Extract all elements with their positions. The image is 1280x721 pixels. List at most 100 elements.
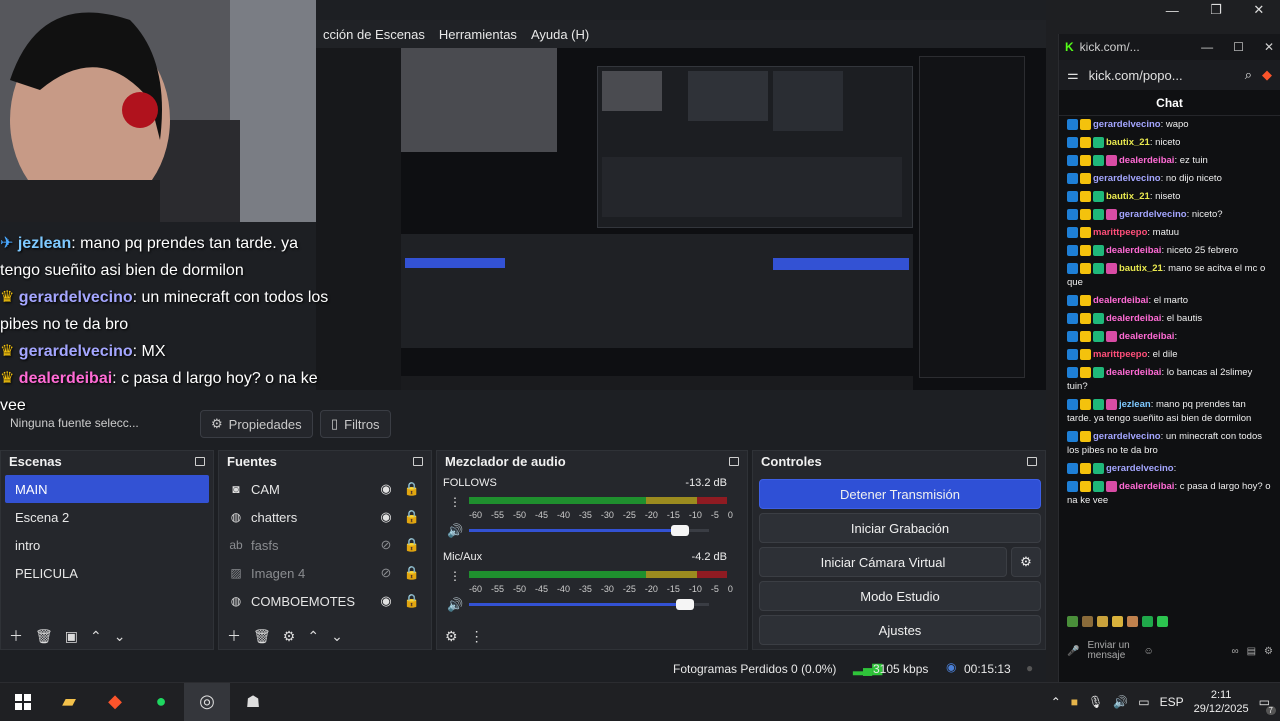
add-icon[interactable]: ＋ — [9, 626, 23, 646]
network-icon[interactable]: ▭ — [1138, 695, 1149, 709]
eye-icon[interactable]: ◉ — [377, 481, 395, 497]
site-settings-icon[interactable]: ⚌ — [1067, 67, 1079, 83]
gear-icon[interactable]: ⚙ — [445, 628, 458, 645]
minimize-icon[interactable]: — — [1166, 3, 1179, 18]
brave-button[interactable]: ◆ — [92, 683, 138, 721]
eye-icon[interactable]: ◉ — [377, 593, 395, 609]
maximize-icon[interactable]: ☐ — [1233, 40, 1244, 54]
preview-nested-obs — [597, 66, 913, 228]
chat-username: dealerdeibai — [1119, 155, 1175, 166]
source-item[interactable]: ab fasfs ⊘ 🔒 — [219, 531, 431, 559]
obs-taskbar-button[interactable]: ◎ — [184, 682, 230, 721]
trash-icon[interactable]: 🗑 — [35, 628, 53, 645]
studio-mode-button[interactable]: Modo Estudio — [759, 581, 1041, 611]
close-icon[interactable]: ✕ — [1253, 2, 1264, 18]
arrow-up-icon[interactable]: ⌃ — [307, 628, 319, 645]
user-badges — [1067, 136, 1104, 148]
slider-knob[interactable] — [676, 599, 694, 610]
brave-shield-icon[interactable]: ◆ — [1262, 67, 1272, 83]
chevron-up-icon[interactable]: ⌃ — [1051, 695, 1061, 709]
speaker-icon[interactable]: 🔊 — [447, 597, 463, 613]
folder-icon: ▰ — [62, 691, 76, 711]
minimize-icon[interactable]: — — [1201, 40, 1213, 54]
start-button[interactable] — [0, 683, 46, 721]
gear-icon[interactable]: ⚙ — [1264, 646, 1273, 657]
virtual-camera-settings-button[interactable]: ⚙ — [1011, 547, 1041, 577]
speaker-icon[interactable]: 🔊 — [447, 523, 463, 539]
preview-canvas[interactable] — [401, 48, 1046, 390]
language-indicator[interactable]: ESP — [1160, 695, 1184, 709]
zoom-icon[interactable]: ⌕ — [1245, 67, 1252, 83]
undock-icon[interactable] — [729, 456, 739, 466]
lock-icon[interactable]: 🔒 — [403, 565, 421, 581]
scene-item-escena2[interactable]: Escena 2 — [5, 503, 209, 531]
source-item[interactable]: ◍ chatters ◉ 🔒 — [219, 503, 431, 531]
app-taskbar-button[interactable]: ☗ — [230, 683, 276, 721]
filter-icon[interactable]: ▣ — [65, 628, 78, 645]
arrow-down-icon[interactable]: ⌄ — [114, 628, 126, 645]
lock-icon[interactable]: 🔒 — [403, 593, 421, 609]
lock-icon[interactable]: 🔒 — [403, 509, 421, 525]
menu-dots-icon[interactable]: ⋮ — [449, 495, 461, 509]
spotify-button[interactable]: ● — [138, 683, 184, 721]
source-item[interactable]: ◍ COMBOEMOTES ◉ 🔒 — [219, 587, 431, 615]
lock-icon[interactable]: 🔒 — [403, 481, 421, 497]
virtual-camera-button[interactable]: Iniciar Cámara Virtual — [759, 547, 1007, 577]
properties-button[interactable]: ⚙ Propiedades — [200, 410, 313, 438]
eye-hidden-icon[interactable]: ⊘ — [377, 537, 395, 553]
stop-stream-button[interactable]: Detener Transmisión — [759, 479, 1041, 509]
badge-icon — [1067, 136, 1078, 148]
menu-dots-icon[interactable]: ⋮ — [449, 569, 461, 583]
badge-icon — [1080, 462, 1091, 474]
undock-icon[interactable] — [195, 456, 205, 466]
eye-icon[interactable]: ◉ — [377, 509, 395, 525]
source-item[interactable]: ▨ Imagen 4 ⊘ 🔒 — [219, 559, 431, 587]
kick-urlbar[interactable]: ⚌ kick.com/popo... ⌕ ◆ — [1059, 60, 1280, 90]
source-item[interactable]: ◙ CAM ◉ 🔒 — [219, 475, 431, 503]
channel-db: -13.2 dB — [685, 477, 727, 489]
close-icon[interactable]: ✕ — [1264, 40, 1274, 54]
arrow-down-icon[interactable]: ⌄ — [331, 628, 343, 645]
slider-knob[interactable] — [671, 525, 690, 536]
add-icon[interactable]: ＋ — [227, 626, 241, 646]
start-recording-button[interactable]: Iniciar Grabación — [759, 513, 1041, 543]
scale-tick: -5 — [710, 510, 719, 520]
scene-item-intro[interactable]: intro — [5, 531, 209, 559]
maximize-icon[interactable]: ❐ — [1210, 2, 1222, 18]
scene-item-main[interactable]: MAIN — [5, 475, 209, 503]
menu-help[interactable]: Ayuda (H) — [524, 27, 596, 42]
settings-button[interactable]: Ajustes — [759, 615, 1041, 645]
menu-dots-icon[interactable]: ⋮ — [470, 628, 484, 645]
badge-icon — [1093, 462, 1104, 474]
notifications-button[interactable]: ▭ 7 — [1259, 695, 1276, 715]
microphone-icon[interactable]: 🎤 — [1067, 646, 1079, 657]
gear-icon[interactable]: ⚙ — [283, 628, 296, 645]
trash-icon[interactable]: 🗑 — [253, 628, 271, 645]
gift-icon[interactable]: ▤ — [1247, 646, 1256, 657]
slider-fill — [469, 603, 685, 606]
clock[interactable]: 2:11 29/12/2025 — [1194, 688, 1249, 716]
arrow-up-icon[interactable]: ⌃ — [90, 628, 102, 645]
undock-icon[interactable] — [413, 456, 423, 466]
pin-icon: ✈ — [0, 235, 14, 252]
tray-app-icon[interactable]: ■ — [1071, 695, 1078, 709]
filters-button[interactable]: ▯ Filtros — [320, 410, 391, 438]
volume-slider[interactable] — [469, 599, 709, 610]
eye-hidden-icon[interactable]: ⊘ — [377, 565, 395, 581]
infinity-icon[interactable]: ∞ — [1231, 646, 1238, 657]
lock-icon[interactable]: 🔒 — [403, 537, 421, 553]
volume-icon[interactable]: 🔊 — [1113, 695, 1128, 709]
volume-slider[interactable] — [469, 525, 709, 536]
scene-item-pelicula[interactable]: PELICULA — [5, 559, 209, 587]
mic-tray-icon[interactable]: 🎙 — [1088, 695, 1103, 709]
menu-scene-collection[interactable]: cción de Escenas — [316, 27, 432, 42]
url-text[interactable]: kick.com/popo... — [1089, 68, 1183, 83]
badge-icon — [1067, 208, 1078, 220]
obs-icon: ◎ — [199, 691, 215, 711]
overlay-msg: ✈ jezlean: mano pq prendes tan tarde. ya… — [0, 235, 299, 279]
emoji-icon[interactable]: ☺ — [1143, 646, 1153, 657]
undock-icon[interactable] — [1027, 456, 1037, 466]
chat-input[interactable]: Enviar un mensaje — [1087, 641, 1135, 661]
file-explorer-button[interactable]: ▰ — [46, 683, 92, 721]
menu-tools[interactable]: Herramientas — [432, 27, 524, 42]
